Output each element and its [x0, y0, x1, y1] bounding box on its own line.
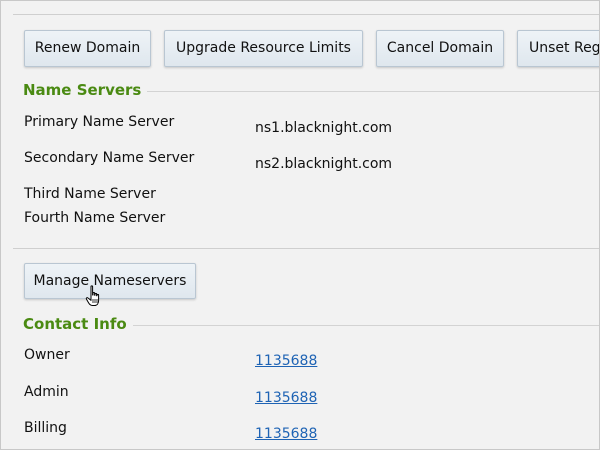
renew-domain-button[interactable]: Renew Domain [24, 30, 151, 67]
upgrade-resource-limits-button[interactable]: Upgrade Resource Limits [164, 30, 363, 67]
contact-info-divider [132, 324, 599, 326]
owner-label: Owner [24, 347, 70, 363]
manage-nameservers-button[interactable]: Manage Nameservers [24, 263, 196, 299]
cancel-domain-button[interactable]: Cancel Domain [376, 30, 504, 67]
top-divider [13, 14, 599, 15]
secondary-name-server-value: ns2.blacknight.com [255, 156, 393, 172]
unset-reg-label: Unset Reg [529, 40, 600, 56]
domain-details-panel: Renew Domain Upgrade Resource Limits Can… [0, 0, 600, 450]
name-servers-header: Name Servers [23, 80, 599, 100]
manage-nameservers-label: Manage Nameservers [33, 273, 187, 289]
billing-label: Billing [24, 420, 67, 436]
third-name-server-label: Third Name Server [24, 186, 156, 202]
renew-domain-label: Renew Domain [34, 40, 141, 56]
unset-reg-button[interactable]: Unset Reg [517, 30, 600, 67]
contact-info-title: Contact Info [23, 315, 127, 333]
name-servers-title: Name Servers [23, 81, 142, 99]
admin-contact-link[interactable]: 1135688 [255, 390, 317, 406]
fourth-name-server-label: Fourth Name Server [24, 210, 166, 226]
admin-label: Admin [24, 384, 69, 400]
name-servers-divider [147, 90, 599, 92]
billing-contact-link[interactable]: 1135688 [255, 426, 317, 442]
primary-name-server-value: ns1.blacknight.com [255, 120, 393, 136]
primary-name-server-label: Primary Name Server [24, 114, 175, 130]
name-servers-bottom-divider [13, 248, 599, 249]
upgrade-resource-limits-label: Upgrade Resource Limits [176, 40, 351, 56]
contact-info-header: Contact Info [23, 314, 599, 334]
hand-pointer-cursor-icon [85, 285, 100, 306]
cancel-domain-label: Cancel Domain [386, 40, 494, 56]
secondary-name-server-label: Secondary Name Server [24, 150, 195, 166]
owner-contact-link[interactable]: 1135688 [255, 353, 317, 369]
